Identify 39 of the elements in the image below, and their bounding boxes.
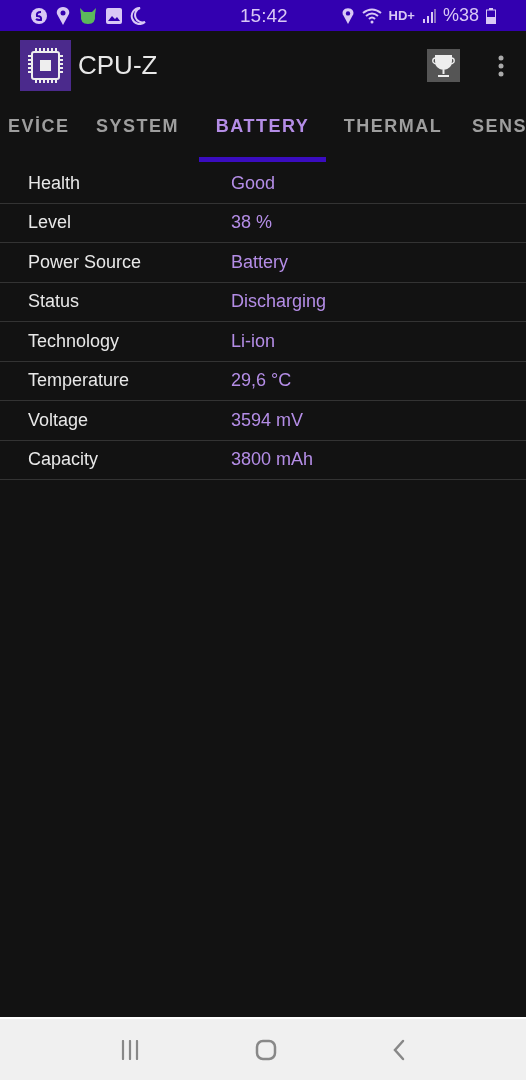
- property-label: Temperature: [27, 370, 131, 392]
- network-type-label: HD+: [388, 8, 415, 23]
- home-icon[interactable]: [255, 1038, 277, 1061]
- location-pin-icon: [340, 6, 355, 25]
- property-label: Technology: [27, 330, 121, 352]
- wifi-icon: [361, 7, 382, 24]
- property-value: Good: [231, 172, 276, 194]
- tab[interactable]: BATTERY: [199, 100, 326, 162]
- back-icon[interactable]: [392, 1038, 406, 1061]
- property-value: 38 %: [231, 212, 273, 234]
- battery-percent: %38: [442, 5, 479, 26]
- image-icon: [105, 6, 123, 25]
- clock-time: 15:42: [240, 4, 288, 27]
- tab[interactable]: SENS: [460, 100, 526, 162]
- moon-icon: [130, 6, 146, 25]
- battery-icon: [486, 7, 496, 24]
- property-label: Level: [27, 212, 73, 234]
- property-value: Battery: [231, 251, 289, 273]
- property-value: Li-ion: [231, 330, 276, 352]
- more-menu-icon[interactable]: [498, 54, 504, 77]
- tab[interactable]: SYSTEM: [76, 100, 199, 162]
- property-label: Status: [27, 291, 81, 313]
- location-pin-icon: [55, 5, 71, 26]
- property-label: Power Source: [27, 251, 143, 273]
- recent-apps-icon[interactable]: [120, 1039, 140, 1060]
- trophy-icon[interactable]: [427, 49, 460, 82]
- property-label: Health: [27, 172, 82, 194]
- app-notification-icon: [30, 6, 48, 25]
- property-value: 3800 mAh: [231, 449, 314, 471]
- property-label: Capacity: [27, 449, 100, 471]
- cpu-chip-icon: [20, 40, 71, 91]
- property-value: 29,6 °C: [231, 370, 292, 392]
- property-value: Discharging: [231, 291, 327, 313]
- property-value: 3594 mV: [231, 409, 304, 431]
- property-label: Voltage: [27, 409, 90, 431]
- signal-icon: [421, 8, 436, 23]
- tab[interactable]: THERMAL: [326, 100, 460, 162]
- app-title: CPU-Z: [78, 50, 159, 81]
- tab[interactable]: EVİCE: [0, 100, 76, 162]
